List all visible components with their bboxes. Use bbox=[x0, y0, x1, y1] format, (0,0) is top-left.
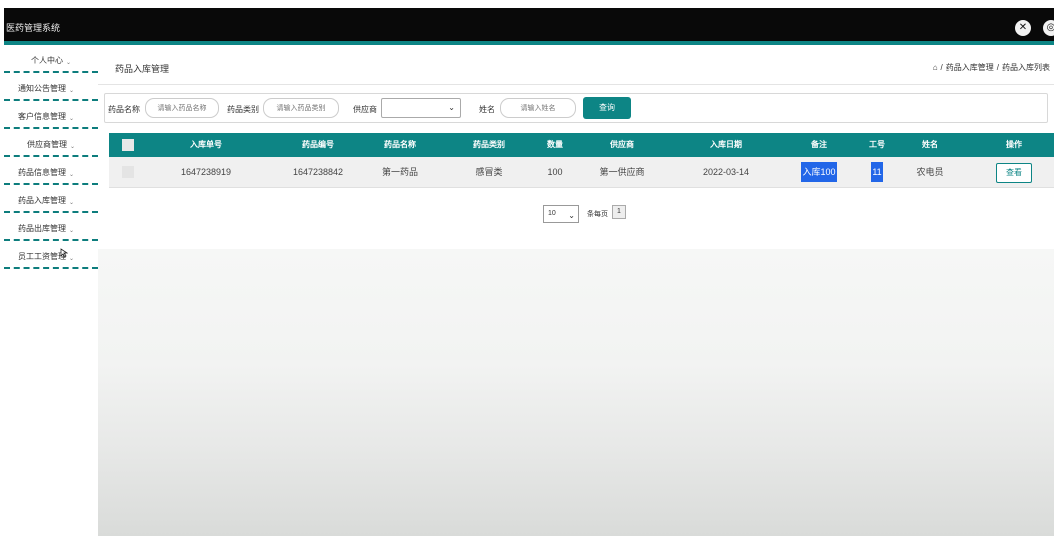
sidebar-item-salary[interactable]: 员工工资管理 ⌄ bbox=[4, 241, 98, 269]
page-title: 药品入库管理 bbox=[115, 64, 170, 74]
column-header[interactable]: 入库单号 bbox=[181, 133, 231, 157]
sidebar-item-label: 药品入库管理 bbox=[18, 196, 66, 205]
chevron-down-icon: ⌄ bbox=[69, 228, 75, 234]
chevron-down-icon: ⌄ bbox=[448, 103, 455, 112]
sidebar-item-label: 药品信息管理 bbox=[18, 168, 66, 177]
top-bar: 医药管理系统 ✕ ◎ bbox=[4, 8, 1054, 41]
chevron-down-icon: ⌄ bbox=[69, 144, 76, 150]
drug-type-label: 药品类别 bbox=[227, 105, 259, 114]
search-bar: 药品名称 药品类别 供应商 ⌄ 姓名 查询 bbox=[104, 93, 1048, 123]
mouse-cursor-icon bbox=[60, 248, 68, 258]
breadcrumb-item: 药品入库列表 bbox=[1002, 63, 1050, 72]
remark-highlight: 入库100 bbox=[801, 162, 837, 182]
staff-name-label: 姓名 bbox=[479, 105, 495, 114]
staff-name-input[interactable] bbox=[500, 98, 576, 118]
chevron-down-icon: ⌄ bbox=[69, 88, 75, 94]
chevron-down-icon: ⌄ bbox=[69, 256, 75, 262]
supplier-select[interactable]: ⌄ bbox=[381, 98, 461, 118]
column-header[interactable]: 入库日期 bbox=[701, 133, 751, 157]
cell-date: 2022-03-14 bbox=[702, 167, 750, 177]
cell-drug-type: 感冒类 bbox=[475, 167, 503, 177]
cell-order-no: 1647238919 bbox=[180, 167, 232, 177]
column-header[interactable]: 药品名称 bbox=[375, 133, 425, 157]
chevron-down-icon: ⌄ bbox=[69, 116, 75, 122]
table-header: 入库单号 药品编号 药品名称 药品类别 数量 供应商 入库日期 备注 工号 姓名… bbox=[109, 133, 1054, 157]
cell-staff-no: 11 bbox=[859, 157, 895, 188]
sidebar-item-label: 供应商管理 bbox=[26, 140, 67, 149]
breadcrumb: ⌂ / 药品入库管理 / 药品入库列表 bbox=[933, 62, 1050, 73]
column-header[interactable]: 工号 bbox=[859, 133, 895, 157]
sidebar-item-label: 个人中心 bbox=[30, 56, 63, 65]
home-icon[interactable]: ⌂ bbox=[933, 63, 938, 72]
page-header: 药品入库管理 ⌂ / 药品入库管理 / 药品入库列表 bbox=[98, 45, 1054, 85]
sidebar-item-stock-in[interactable]: 药品入库管理 ⌄ bbox=[4, 185, 98, 213]
stock-in-table: 入库单号 药品编号 药品名称 药品类别 数量 供应商 入库日期 备注 工号 姓名… bbox=[109, 133, 1054, 188]
breadcrumb-item[interactable]: 药品入库管理 bbox=[946, 62, 994, 73]
user-icon[interactable]: ◎ bbox=[1043, 20, 1054, 36]
sidebar-item-label: 通知公告管理 bbox=[18, 84, 66, 93]
main-content: 药品入库管理 ⌂ / 药品入库管理 / 药品入库列表 药品名称 药品类别 供应商… bbox=[98, 45, 1054, 536]
background-fade bbox=[98, 249, 1054, 536]
supplier-label: 供应商 bbox=[353, 105, 377, 114]
select-all-checkbox[interactable] bbox=[122, 139, 134, 151]
row-checkbox[interactable] bbox=[122, 166, 134, 178]
sidebar-item-suppliers[interactable]: 供应商管理 ⌄ bbox=[4, 129, 98, 157]
column-header: 操作 bbox=[1006, 140, 1022, 149]
sidebar-item-notices[interactable]: 通知公告管理 ⌄ bbox=[4, 73, 98, 101]
staff-no-highlight: 11 bbox=[871, 162, 883, 182]
column-header[interactable]: 供应商 bbox=[597, 133, 647, 157]
sidebar: 个人中心 ⌄ 通知公告管理 ⌄ 客户信息管理 ⌄ 供应商管理 ⌄ 药品信息管理 ⌄ 药品入… bbox=[4, 45, 98, 536]
sidebar-item-label: 客户信息管理 bbox=[18, 112, 66, 121]
cell-drug-no: 1647238842 bbox=[292, 167, 344, 177]
column-header[interactable]: 药品编号 bbox=[293, 133, 343, 157]
sidebar-item-customers[interactable]: 客户信息管理 ⌄ bbox=[4, 101, 98, 129]
chevron-down-icon: ⌄ bbox=[69, 200, 75, 206]
per-page-label: 条每页 bbox=[587, 211, 608, 218]
drug-name-input[interactable] bbox=[145, 98, 219, 118]
breadcrumb-separator: / bbox=[940, 63, 943, 72]
page-size-value: 10 bbox=[548, 210, 556, 217]
query-button[interactable]: 查询 bbox=[583, 97, 631, 119]
sidebar-item-drugs[interactable]: 药品信息管理 ⌄ bbox=[4, 157, 98, 185]
fullscreen-icon[interactable]: ✕ bbox=[1015, 20, 1031, 36]
table-row: 1647238919 1647238842 第一药品 感冒类 100 第一供应商… bbox=[109, 157, 1054, 188]
page-size-select[interactable]: 10 ⌄ bbox=[543, 205, 579, 223]
sidebar-item-stock-out[interactable]: 药品出库管理 ⌄ bbox=[4, 213, 98, 241]
chevron-down-icon: ⌄ bbox=[69, 172, 75, 178]
column-header[interactable]: 药品类别 bbox=[464, 133, 514, 157]
chevron-down-icon: ⌄ bbox=[568, 211, 575, 220]
cell-drug-name: 第一药品 bbox=[381, 167, 418, 177]
sidebar-item-label: 药品出库管理 bbox=[18, 224, 66, 233]
column-header[interactable]: 备注 bbox=[799, 133, 839, 157]
drug-name-label: 药品名称 bbox=[108, 105, 140, 114]
view-button[interactable]: 查看 bbox=[996, 163, 1032, 183]
cell-quantity: 100 bbox=[547, 167, 563, 177]
page-number-button[interactable]: 1 bbox=[612, 205, 626, 219]
sidebar-item-profile[interactable]: 个人中心 ⌄ bbox=[4, 45, 98, 73]
app-title: 医药管理系统 bbox=[6, 23, 61, 33]
breadcrumb-separator: / bbox=[996, 63, 999, 72]
sidebar-item-label: 员工工资管理 bbox=[18, 252, 66, 261]
column-header[interactable]: 数量 bbox=[535, 133, 575, 157]
chevron-down-icon: ⌄ bbox=[65, 60, 72, 66]
cell-supplier: 第一供应商 bbox=[599, 167, 645, 177]
column-header[interactable]: 姓名 bbox=[912, 133, 948, 157]
cell-staff-name: 农电员 bbox=[916, 167, 944, 177]
drug-type-input[interactable] bbox=[263, 98, 339, 118]
cell-remark: 入库100 bbox=[799, 157, 839, 188]
